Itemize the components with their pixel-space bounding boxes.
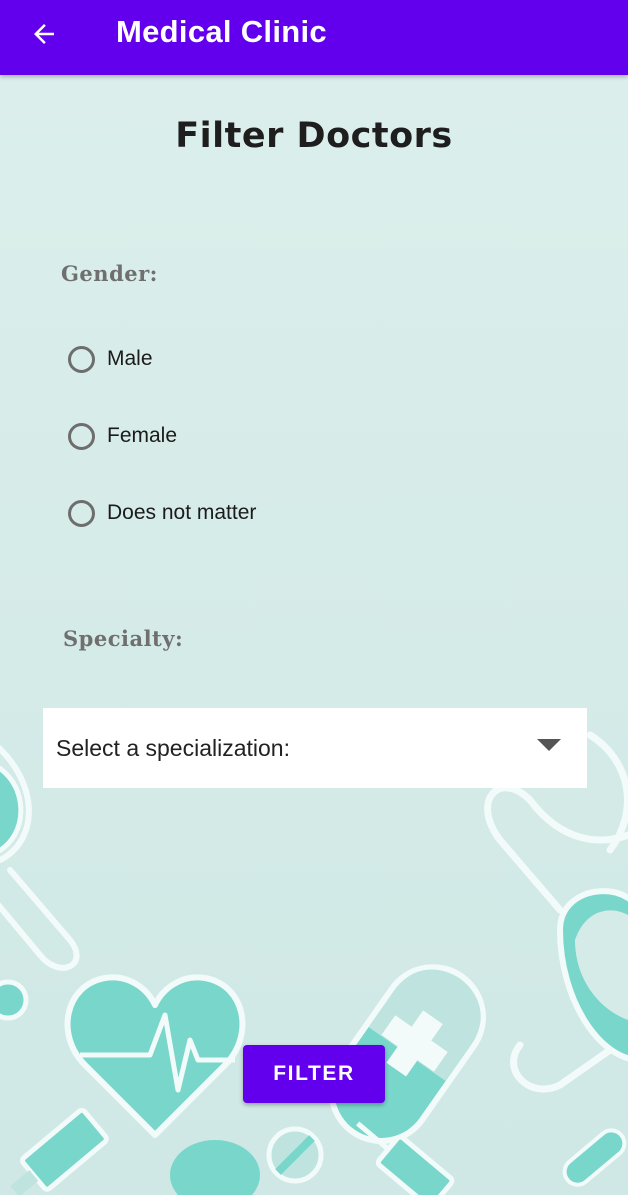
caret-down-icon[interactable] [537,739,561,751]
back-button[interactable] [22,12,66,56]
filter-button[interactable]: FILTER [243,1045,385,1103]
pill-icon [170,1140,260,1195]
ring-icon [0,979,29,1021]
specialization-dropdown-value: Select a specialization: [56,734,290,761]
syringe-icon [10,1107,109,1195]
heart-icon [64,974,246,1138]
app-title: Medical Clinic [116,14,327,49]
medical-background-illustration [0,731,628,1195]
tube-icon [562,1128,627,1187]
app-bar: Medical Clinic [0,0,628,75]
specialization-dropdown[interactable]: Select a specialization: [43,708,587,788]
arrow-left-icon [34,24,54,44]
